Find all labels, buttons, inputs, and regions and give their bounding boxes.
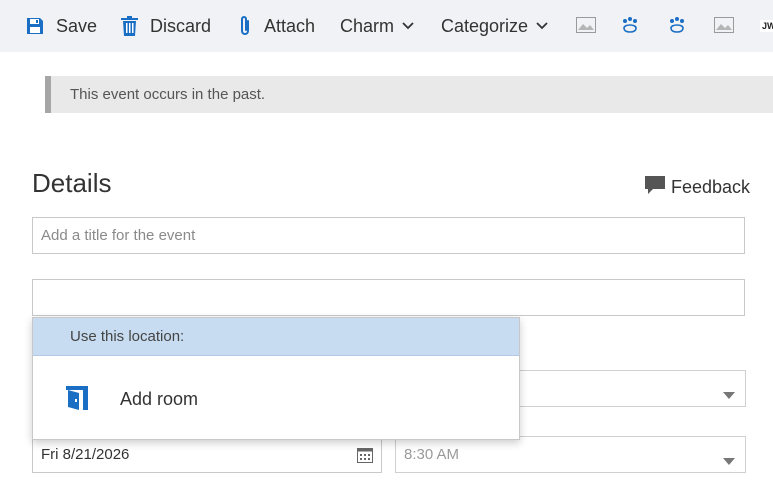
save-label: Save [56,15,98,36]
start-time-value: 8:30 AM [404,446,460,463]
event-title-input[interactable] [32,217,745,254]
dropdown-header[interactable]: Use this location: [33,318,519,356]
calendar-icon[interactable] [357,447,373,467]
add-room-option[interactable]: Add room [33,356,519,440]
discard-label: Discard [150,15,212,36]
categorize-label: Categorize [441,15,529,36]
caret-down-icon [723,452,735,469]
chevron-down-icon [402,22,414,30]
attach-button[interactable]: Attach [238,0,315,52]
location-input[interactable] [32,279,745,316]
past-event-banner: This event occurs in the past. [45,76,773,113]
dropdown-header-label: Use this location: [70,328,185,345]
feedback-label: Feedback [671,177,751,197]
page-title: Details [32,168,112,198]
save-icon [26,17,44,35]
chevron-down-icon [536,22,548,30]
caret-down-icon [723,386,735,403]
charm-menu-button[interactable]: Charm [340,0,414,52]
location-suggestions-dropdown: Use this location: Add room [32,317,520,440]
start-date-field[interactable]: Fri 8/21/2026 [32,436,382,473]
image-icon[interactable] [576,17,596,38]
trash-icon [121,16,138,36]
discard-button[interactable]: Discard [121,0,211,52]
banner-text: This event occurs in the past. [70,86,266,103]
paw-icon[interactable] [668,16,686,39]
start-time-select[interactable]: 8:30 AM [395,436,746,473]
save-button[interactable]: Save [26,0,97,52]
attach-label: Attach [264,15,316,36]
paw-icon[interactable] [621,16,639,39]
feedback-button[interactable]: Feedback [645,176,750,199]
paperclip-icon [238,15,252,37]
start-date-value: Fri 8/21/2026 [41,446,130,463]
add-room-label: Add room [120,389,199,409]
addin-badge[interactable]: JW [760,20,773,32]
charm-label: Charm [340,15,395,36]
image-icon[interactable] [714,17,734,38]
comment-icon [645,176,665,199]
room-icon [66,386,88,415]
command-toolbar: Save Discard Attach Charm Categorize JW [0,0,773,52]
categorize-menu-button[interactable]: Categorize [441,0,548,52]
